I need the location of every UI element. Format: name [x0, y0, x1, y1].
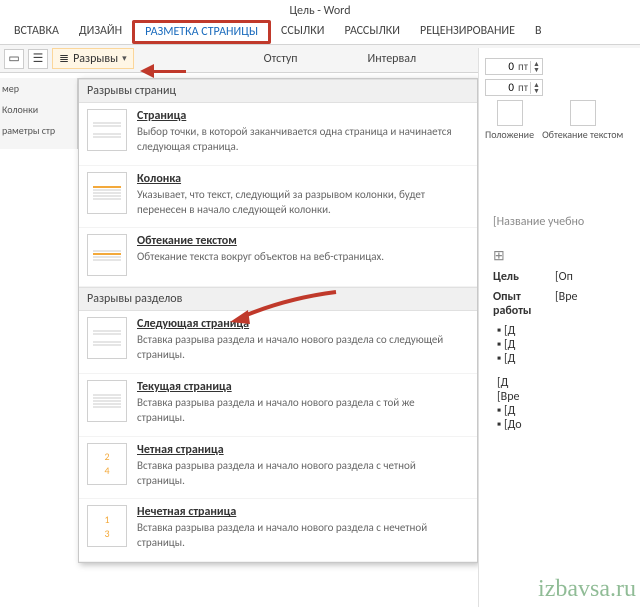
break-next-page-title: Следующая страница: [137, 317, 457, 331]
break-next-page-desc: Вставка разрыва раздела и начало нового …: [137, 333, 457, 363]
section-breaks-header: Разрывы разделов: [79, 287, 477, 311]
breaks-dropdown-panel: Разрывы страниц Страница Выбор точки, в …: [78, 78, 478, 563]
table-move-handle[interactable]: ⊞: [493, 247, 638, 264]
break-even-page-desc: Вставка разрыва раздела и начало нового …: [137, 459, 457, 489]
page-breaks-header: Разрывы страниц: [79, 79, 477, 103]
window-title: Цель - Word: [0, 0, 640, 20]
ribbon-tabs: ВСТАВКА ДИЗАЙН РАЗМЕТКА СТРАНИЦЫ ССЫЛКИ …: [0, 20, 640, 45]
doc-row-goal: Цель [Оп: [493, 270, 638, 284]
position-button[interactable]: Положение: [485, 100, 534, 141]
spacing-after-spinner[interactable]: пт ▲▼: [485, 79, 543, 96]
margins-icon[interactable]: ☰: [28, 49, 48, 69]
doc-bullet: ▪ [Д: [497, 404, 638, 418]
break-continuous-desc: Вставка разрыва раздела и начало нового …: [137, 396, 457, 426]
doc-label-exp: Опыт работы: [493, 290, 543, 318]
doc-value-goal: [Оп: [555, 270, 573, 284]
doc-value-exp: [Вре: [555, 290, 577, 318]
continuous-icon: [87, 380, 127, 422]
doc-bullet: ▪ [До: [497, 418, 638, 432]
spinner-arrows-icon-2[interactable]: ▲▼: [530, 82, 542, 94]
wrap-icon: [570, 100, 596, 126]
interval-label: Интервал: [368, 52, 417, 66]
position-icon: [497, 100, 523, 126]
column-icon: [87, 172, 127, 214]
tab-view-partial[interactable]: В: [525, 20, 552, 44]
break-page[interactable]: Страница Выбор точки, в которой заканчив…: [79, 103, 477, 166]
break-column-desc: Указывает, что текст, следующий за разры…: [137, 188, 457, 218]
break-text-wrap-desc: Обтекание текста вокруг объектов на веб-…: [137, 250, 384, 265]
position-label: Положение: [485, 128, 534, 141]
even-page-icon: 24: [87, 443, 127, 485]
doc-row-exp: Опыт работы [Вре: [493, 290, 638, 318]
doc-heading: [Название учебно: [493, 215, 638, 229]
break-text-wrap[interactable]: Обтекание текстом Обтекание текста вокру…: [79, 228, 477, 287]
break-column-title: Колонка: [137, 172, 457, 186]
watermark: izbavsa.ru: [538, 576, 636, 603]
wrap-text-button[interactable]: Обтекание текстом: [542, 100, 623, 141]
odd-page-icon: 13: [87, 505, 127, 547]
doc-bullet: ▪ [Д: [497, 324, 638, 338]
break-odd-page[interactable]: 13 Нечетная страница Вставка разрыва раз…: [79, 499, 477, 562]
doc-bullet: ▪ [Д: [497, 352, 638, 366]
tab-references[interactable]: ССЫЛКИ: [271, 20, 334, 44]
doc-bullet: ▪ [Д: [497, 338, 638, 352]
ribbon-left-group: мер Колонки раметры стр: [0, 78, 78, 149]
spacing-before-input[interactable]: [486, 59, 516, 74]
doc-bullet: [Д: [497, 376, 638, 390]
page-icon: [87, 109, 127, 151]
break-odd-page-title: Нечетная страница: [137, 505, 457, 519]
page-params-label: раметры стр: [2, 124, 75, 137]
spacing-after-input[interactable]: [486, 80, 516, 95]
tab-mailings[interactable]: РАССЫЛКИ: [334, 20, 410, 44]
wrap-label: Обтекание текстом: [542, 128, 623, 141]
break-continuous[interactable]: Текущая страница Вставка разрыва раздела…: [79, 374, 477, 437]
break-continuous-title: Текущая страница: [137, 380, 457, 394]
break-text-wrap-title: Обтекание текстом: [137, 234, 384, 248]
doc-label-goal: Цель: [493, 270, 543, 284]
tab-insert[interactable]: ВСТАВКА: [4, 20, 69, 44]
unit-label-2: пт: [516, 81, 530, 94]
orientation-icon[interactable]: ▭: [4, 49, 24, 69]
break-even-page-title: Четная страница: [137, 443, 457, 457]
tab-review[interactable]: РЕЦЕНЗИРОВАНИЕ: [410, 20, 525, 44]
breaks-icon: ≣: [59, 51, 69, 66]
tab-page-layout[interactable]: РАЗМЕТКА СТРАНИЦЫ: [132, 20, 271, 44]
break-page-desc: Выбор точки, в которой заканчивается одн…: [137, 125, 457, 155]
spacing-before-spinner[interactable]: пт ▲▼: [485, 58, 543, 75]
break-even-page[interactable]: 24 Четная страница Вставка разрыва разде…: [79, 437, 477, 500]
breaks-label: Разрывы: [73, 52, 118, 66]
break-page-title: Страница: [137, 109, 457, 123]
text-wrap-icon: [87, 234, 127, 276]
doc-bullet: [Вре: [497, 390, 638, 404]
indent-label: Отступ: [264, 52, 298, 66]
document-preview: [Название учебно ⊞ Цель [Оп Опыт работы …: [479, 185, 640, 432]
chevron-down-icon: ▾: [122, 53, 127, 64]
next-page-icon: [87, 317, 127, 359]
size-label: мер: [2, 82, 75, 95]
right-area: пт ▲▼ пт ▲▼ Положение Обтекание текстом …: [478, 48, 640, 607]
columns-label[interactable]: Колонки: [2, 103, 75, 116]
breaks-dropdown-button[interactable]: ≣ Разрывы ▾: [52, 48, 134, 69]
break-next-page[interactable]: Следующая страница Вставка разрыва разде…: [79, 311, 477, 374]
break-odd-page-desc: Вставка разрыва раздела и начало нового …: [137, 521, 457, 551]
tab-design[interactable]: ДИЗАЙН: [69, 20, 132, 44]
break-column[interactable]: Колонка Указывает, что текст, следующий …: [79, 166, 477, 229]
spinner-arrows-icon[interactable]: ▲▼: [530, 61, 542, 73]
unit-label: пт: [516, 60, 530, 73]
